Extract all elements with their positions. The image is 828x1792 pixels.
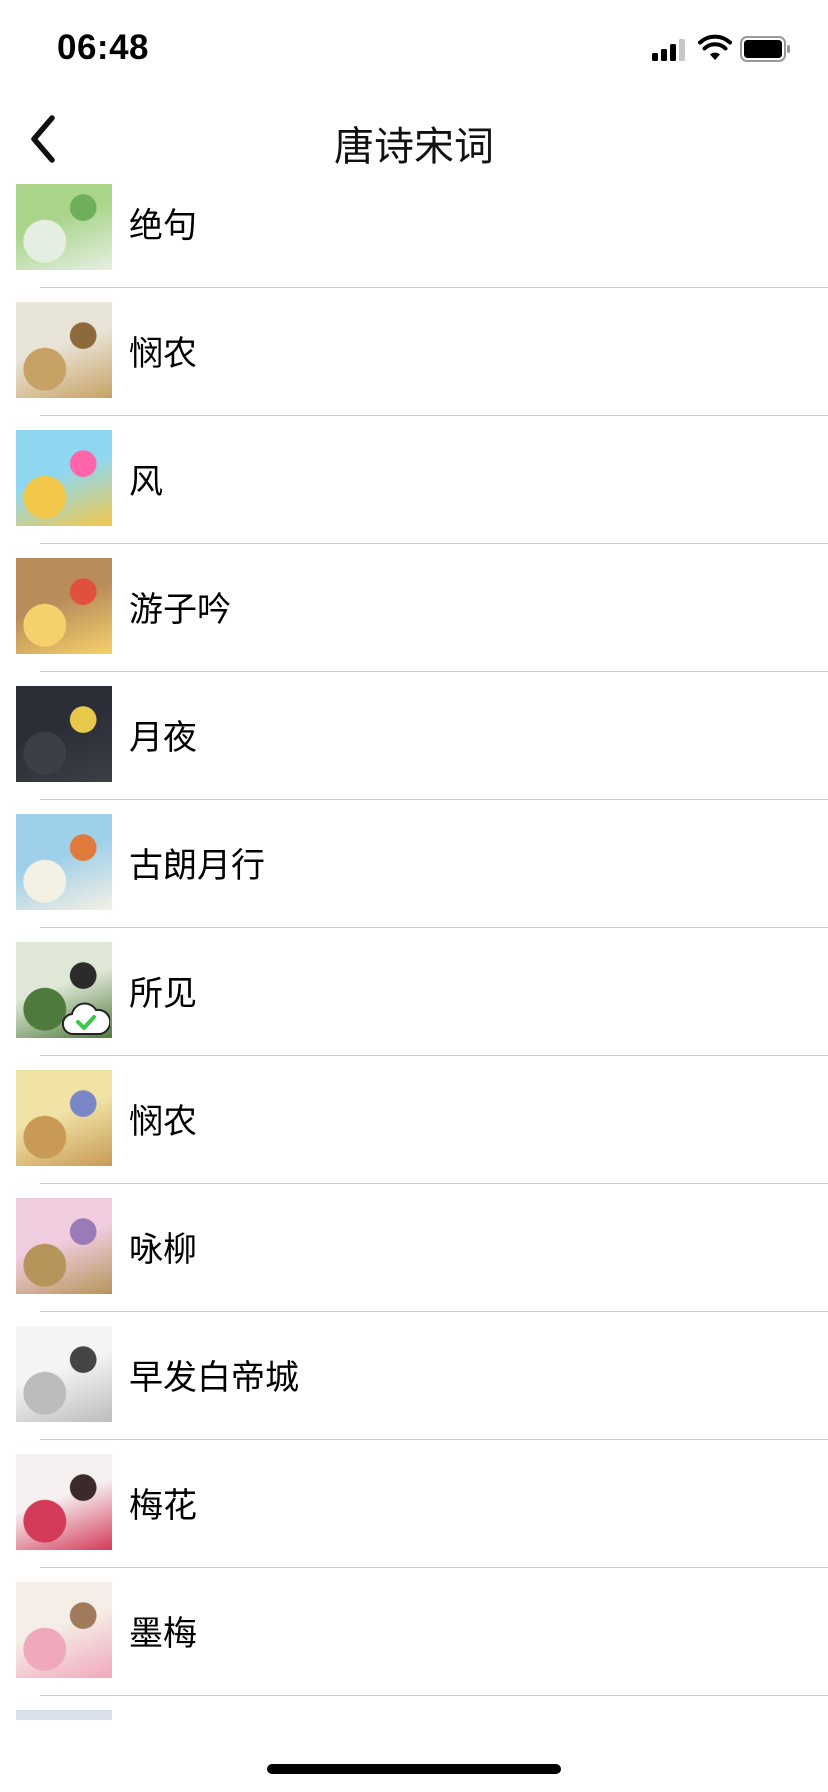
list-item[interactable]: 墨梅 [0, 1568, 828, 1696]
moon-night-thumbnail [16, 686, 112, 782]
list-item[interactable]: 游子吟 [0, 544, 828, 672]
girl-thumbnail [16, 814, 112, 910]
list-item[interactable] [0, 1696, 828, 1720]
navigation-bar: 唐诗宋词 [0, 96, 828, 184]
willow-thumbnail [16, 1198, 112, 1294]
list-item-title: 咏柳 [129, 1230, 197, 1270]
list-item-title: 古朗月行 [129, 846, 265, 886]
list-item[interactable]: 月夜 [0, 672, 828, 800]
list-item-title: 月夜 [129, 718, 197, 758]
cellular-signal-icon [652, 37, 688, 61]
landscape-thumbnail [16, 184, 112, 270]
list-item-title: 绝句 [129, 206, 197, 246]
partial-thumbnail [16, 1710, 112, 1720]
list-item[interactable]: 绝句 [0, 184, 828, 288]
battery-icon [740, 36, 790, 62]
poem-list-content: 绝句 悯农风游子吟 月夜 古朗月行 所见 悯农 咏柳 早发白帝城 梅花 墨梅 [0, 184, 828, 1720]
home-indicator[interactable] [267, 1764, 561, 1774]
plum-blossom-thumbnail [16, 1454, 112, 1550]
list-item[interactable]: 所见 [0, 928, 828, 1056]
list-item-title: 梅花 [129, 1486, 197, 1526]
status-bar: 06:48 [0, 0, 828, 96]
list-item-title: 早发白帝城 [129, 1358, 299, 1398]
old-farmer-thumbnail [16, 1070, 112, 1166]
list-item[interactable]: 悯农 [0, 288, 828, 416]
birds-thumbnail [16, 430, 112, 526]
cloud-check-icon [62, 1002, 110, 1036]
list-item-title: 游子吟 [129, 590, 231, 630]
list-item-title: 风 [129, 462, 163, 502]
page-title: 唐诗宋词 [334, 124, 494, 170]
list-item[interactable]: 悯农 [0, 1056, 828, 1184]
farmer-thumbnail [16, 302, 112, 398]
list-item-title: 所见 [129, 974, 197, 1014]
status-time: 06:48 [57, 28, 150, 67]
list-item-title: 墨梅 [129, 1614, 197, 1654]
mountains-thumbnail [16, 1326, 112, 1422]
list-item-title: 悯农 [129, 334, 197, 374]
wifi-icon [698, 34, 732, 60]
children-thumbnail [16, 558, 112, 654]
ink-plum-thumbnail [16, 1582, 112, 1678]
list-item-title: 悯农 [129, 1102, 197, 1142]
list-item[interactable]: 风 [0, 416, 828, 544]
list-item[interactable]: 咏柳 [0, 1184, 828, 1312]
list-item[interactable]: 古朗月行 [0, 800, 828, 928]
list-item[interactable]: 梅花 [0, 1440, 828, 1568]
poem-list[interactable]: 绝句 悯农风游子吟 月夜 古朗月行 所见 悯农 咏柳 早发白帝城 梅花 墨梅 [0, 184, 828, 1720]
list-item[interactable]: 早发白帝城 [0, 1312, 828, 1440]
